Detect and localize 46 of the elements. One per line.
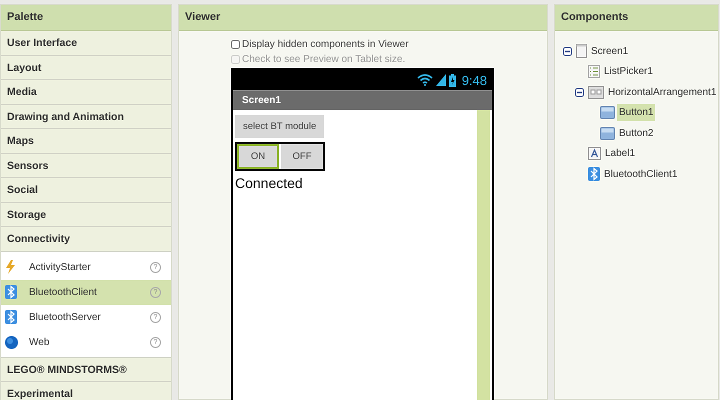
tree-item[interactable]: Button1 [617, 104, 656, 122]
tree-item[interactable]: Button2 [617, 124, 656, 142]
palette-category[interactable]: Sensors [1, 154, 171, 178]
wifi-icon [416, 74, 433, 86]
tree-item[interactable]: Label1 [603, 145, 638, 162]
panel-title: Components [555, 5, 718, 31]
panel-title: Viewer [179, 5, 547, 31]
button-icon [600, 126, 615, 140]
palette-category[interactable]: Drawing and Animation [1, 104, 171, 129]
arrangement-icon [588, 86, 604, 99]
palette-category[interactable]: Media [1, 80, 171, 104]
palette-category[interactable]: Maps [1, 129, 171, 154]
palette-category[interactable]: Storage [1, 202, 171, 227]
palette-category[interactable]: Social [1, 178, 171, 202]
checkbox-label: Check to see Preview on Tablet size. [242, 54, 406, 65]
signal-icon [436, 74, 446, 86]
battery-icon [448, 74, 456, 86]
bluetooth-icon [588, 167, 600, 182]
palette-category[interactable]: Connectivity [1, 227, 171, 252]
app-button[interactable]: select BT module [235, 115, 324, 138]
bluetooth-icon [5, 310, 17, 324]
screen-title-bar: Screen1 [233, 90, 492, 110]
lightning-icon [5, 260, 16, 274]
tree-item[interactable]: ListPicker1 [602, 63, 655, 80]
globe-icon [5, 336, 18, 348]
collapse-icon[interactable] [575, 88, 584, 97]
status-time: 9:48 [462, 72, 487, 88]
palette-category[interactable]: User Interface [1, 31, 171, 56]
palette-category[interactable]: LEGO® MINDSTORMS® [1, 358, 171, 382]
app-label: Connected [235, 175, 303, 191]
label-icon [588, 147, 601, 160]
app-button[interactable]: OFF [281, 144, 323, 169]
tree-item[interactable]: Screen1 [589, 42, 630, 60]
palette-category[interactable]: Layout [1, 56, 171, 80]
checkbox-label: Display hidden components in Viewer [242, 39, 409, 50]
bluetooth-icon [5, 285, 17, 299]
button-icon [600, 106, 615, 120]
panel-title: Palette [1, 5, 171, 31]
list-icon [588, 65, 600, 78]
collapse-icon[interactable] [563, 46, 572, 56]
checkbox[interactable] [231, 40, 240, 49]
screen-icon [576, 44, 587, 58]
tree-item[interactable]: HorizontalArrangement1 [606, 84, 718, 101]
palette-category[interactable]: Experimental [1, 382, 171, 400]
tree-item[interactable]: BluetoothClient1 [602, 166, 680, 183]
app-button[interactable]: ON [237, 144, 279, 169]
